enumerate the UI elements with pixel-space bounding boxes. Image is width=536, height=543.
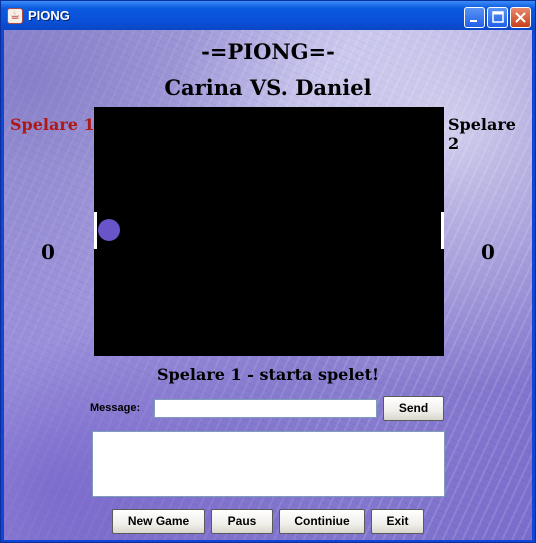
ball [98,219,120,241]
player1-score: 0 [41,240,55,264]
minimize-icon[interactable] [464,7,485,28]
chat-log[interactable] [92,431,445,497]
game-panel: -=PIONG=- Carina VS. Daniel Spelare 1 Sp… [4,30,532,540]
window-title: PIONG [28,8,70,23]
pause-button[interactable]: Paus [211,509,273,534]
title-bar[interactable]: ☕ PIONG [1,1,535,30]
send-button[interactable]: Send [383,396,444,421]
player1-label: Spelare 1 [10,115,95,134]
matchup-title: Carina VS. Daniel [164,75,372,100]
new-game-button[interactable]: New Game [112,509,205,534]
java-cup-icon[interactable]: ☕ [7,8,23,24]
player2-label: Spelare 2 [448,115,516,153]
status-message: Spelare 1 - starta spelet! [156,365,380,384]
maximize-icon[interactable] [487,7,508,28]
app-window: ☕ PIONG -=PIONG=- Carina VS. Daniel Spel… [0,0,536,543]
continue-button[interactable]: Continiue [279,509,365,534]
game-court[interactable] [94,107,444,356]
exit-button[interactable]: Exit [371,509,424,534]
player2-score: 0 [481,240,495,264]
right-paddle [441,212,444,249]
message-input[interactable] [154,399,377,418]
message-label: Message: [90,402,141,414]
game-title: -=PIONG=- [201,39,335,64]
close-icon[interactable] [510,7,531,28]
left-paddle [94,212,97,249]
